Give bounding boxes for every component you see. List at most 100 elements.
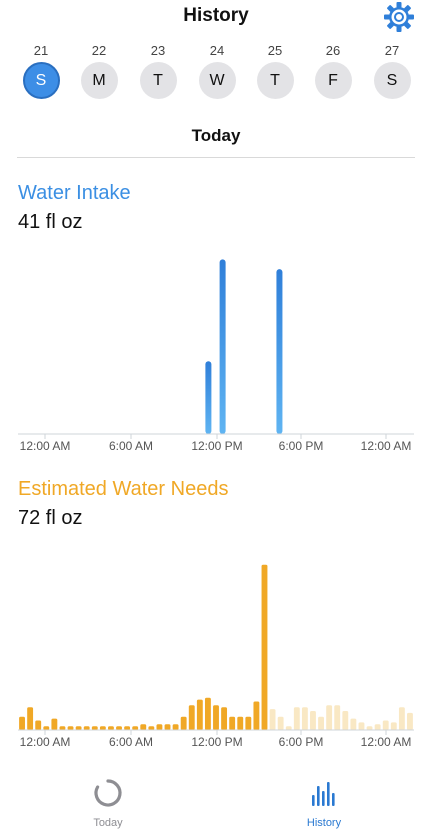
needs-bar xyxy=(334,705,341,730)
needs-bar xyxy=(390,722,397,730)
day-23[interactable]: 23 T xyxy=(138,42,178,99)
tab-today[interactable]: Today xyxy=(58,778,158,829)
day-letter: T xyxy=(139,62,177,99)
needs-bar xyxy=(229,716,236,730)
needs-bar xyxy=(204,697,211,730)
x-tick-label: 12:00 PM xyxy=(191,735,242,749)
day-date: 24 xyxy=(209,43,225,58)
needs-bar xyxy=(59,726,66,730)
water-needs-value: 72 fl oz xyxy=(18,507,83,529)
day-date: 27 xyxy=(384,43,400,58)
needs-bar xyxy=(253,701,260,730)
day-22[interactable]: 22 M xyxy=(79,42,119,99)
x-tick-label: 6:00 AM xyxy=(109,735,153,749)
gear-icon[interactable] xyxy=(383,1,415,33)
week-day-selector: 21 S 22 M 23 T 24 W 25 T 26 F 27 S xyxy=(0,42,432,102)
needs-bar xyxy=(164,724,171,730)
tab-today-label: Today xyxy=(93,817,123,829)
needs-bar xyxy=(221,707,228,730)
needs-bar xyxy=(83,726,90,730)
day-letter: M xyxy=(80,62,118,99)
needs-bar xyxy=(172,724,179,730)
progress-ring-icon xyxy=(94,779,122,807)
x-tick-label: 6:00 PM xyxy=(279,439,324,453)
needs-bar xyxy=(67,726,74,730)
needs-bar xyxy=(301,707,308,730)
divider xyxy=(17,157,415,158)
tab-history[interactable]: History xyxy=(274,778,374,829)
bar-chart-icon xyxy=(312,782,335,806)
needs-bar xyxy=(213,705,219,730)
needs-bar xyxy=(180,716,187,730)
water-needs-chart: 12:00 AM 6:00 AM 12:00 PM 6:00 PM 12:00 AM xyxy=(0,540,432,752)
water-intake-label: Water Intake xyxy=(18,182,131,204)
needs-bar xyxy=(310,711,316,730)
needs-bar xyxy=(107,726,114,730)
page-title: History xyxy=(183,5,249,26)
needs-bar xyxy=(43,726,50,730)
day-date: 23 xyxy=(150,43,166,58)
x-tick-label: 12:00 AM xyxy=(20,439,71,453)
x-tick-label: 12:00 AM xyxy=(361,735,412,749)
needs-bar xyxy=(124,726,131,730)
intake-bar xyxy=(205,361,212,434)
needs-bar xyxy=(35,720,42,730)
needs-bar xyxy=(326,705,333,730)
needs-bar xyxy=(27,707,34,730)
needs-bar xyxy=(269,709,276,730)
needs-bar xyxy=(277,716,284,730)
day-26[interactable]: 26 F xyxy=(313,42,353,99)
needs-bar xyxy=(196,699,203,730)
day-letter: T xyxy=(256,62,294,99)
needs-bar xyxy=(19,716,25,730)
needs-bar xyxy=(366,726,373,730)
day-date: 26 xyxy=(325,43,341,58)
needs-bar xyxy=(140,724,147,730)
tab-bar: Today History xyxy=(0,764,432,834)
needs-bar xyxy=(358,722,365,730)
water-needs-label: Estimated Water Needs xyxy=(18,478,229,500)
needs-bar xyxy=(237,716,244,730)
needs-bar xyxy=(261,564,268,730)
needs-bar xyxy=(132,726,139,730)
needs-bar xyxy=(342,711,349,730)
needs-bar xyxy=(75,726,82,730)
needs-bar xyxy=(374,724,381,730)
day-date: 25 xyxy=(267,43,283,58)
x-tick-label: 12:00 AM xyxy=(20,735,71,749)
day-letter: S xyxy=(373,62,411,99)
x-tick-label: 6:00 AM xyxy=(109,439,153,453)
day-27[interactable]: 27 S xyxy=(372,42,412,99)
needs-bar xyxy=(156,724,163,730)
needs-bar xyxy=(188,705,195,730)
water-intake-chart: 12:00 AM 6:00 AM 12:00 PM 6:00 PM 12:00 AM xyxy=(0,240,432,456)
nav-bar: History xyxy=(0,0,432,34)
day-25[interactable]: 25 T xyxy=(255,42,295,99)
day-21[interactable]: 21 S xyxy=(21,42,61,99)
x-tick-label: 12:00 PM xyxy=(191,439,242,453)
day-letter: S xyxy=(22,62,60,99)
tab-history-label: History xyxy=(306,817,342,829)
needs-bar xyxy=(116,726,122,730)
day-date: 22 xyxy=(91,43,107,58)
water-intake-value: 41 fl oz xyxy=(18,211,83,233)
needs-bar xyxy=(382,720,389,730)
needs-bar xyxy=(148,726,155,730)
needs-bar xyxy=(91,726,98,730)
needs-bar xyxy=(245,716,252,730)
needs-bar xyxy=(350,718,357,730)
needs-bar xyxy=(99,726,106,730)
needs-bar xyxy=(285,726,292,730)
needs-bar xyxy=(51,718,58,730)
day-letter: F xyxy=(314,62,352,99)
needs-bar xyxy=(318,716,325,730)
day-letter: W xyxy=(198,62,236,99)
day-24[interactable]: 24 W xyxy=(197,42,237,99)
needs-bar xyxy=(407,712,413,730)
intake-bar xyxy=(219,259,226,434)
intake-bar xyxy=(276,269,283,434)
needs-bar xyxy=(398,707,405,730)
x-tick-label: 6:00 PM xyxy=(279,735,324,749)
x-tick-label: 12:00 AM xyxy=(361,439,412,453)
needs-bar xyxy=(293,707,300,730)
